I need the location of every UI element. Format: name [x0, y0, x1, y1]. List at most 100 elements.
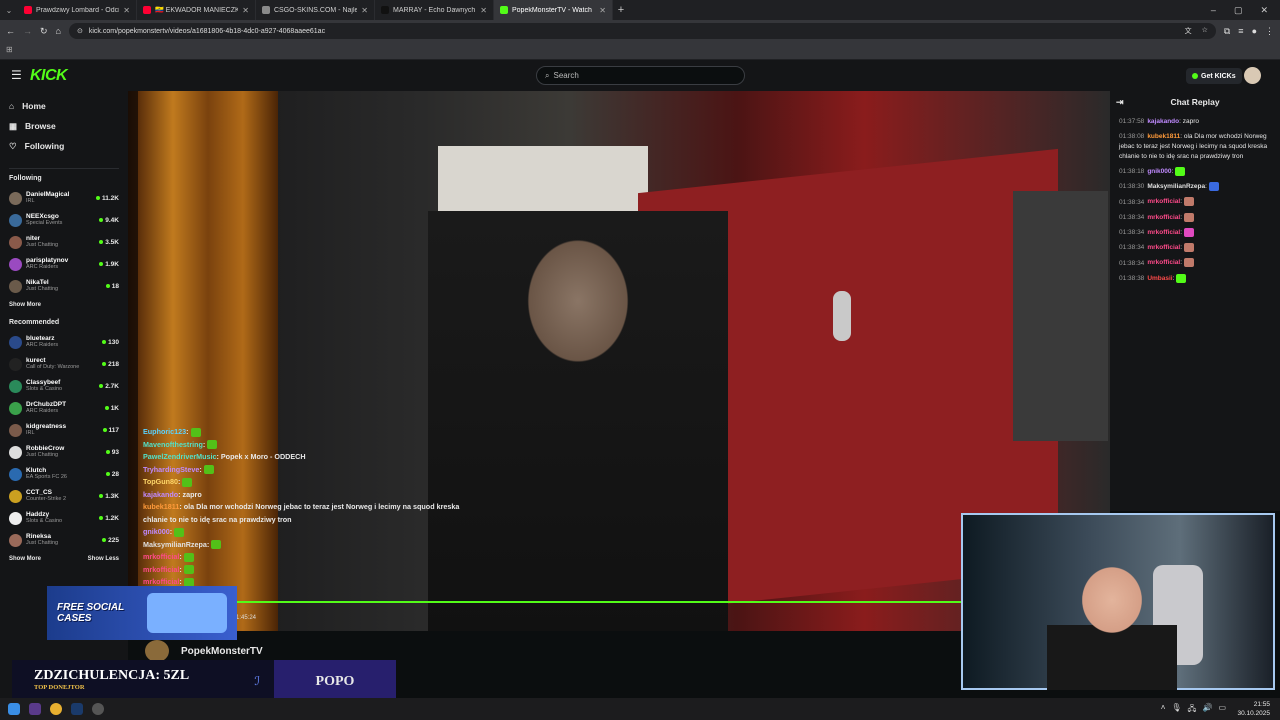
- overlay-chat-text: Popek x Moro - ODDECH: [220, 452, 306, 461]
- channel-item[interactable]: bluetearz ARC Raiders 130: [9, 331, 119, 353]
- apps-icon[interactable]: ⊞: [6, 45, 13, 54]
- search-icon: ⌕: [545, 70, 550, 80]
- channel-item[interactable]: parisplatynov ARC Raiders 1.9K: [9, 253, 119, 275]
- channel-item[interactable]: Klutch EA Sports FC 26 28: [9, 463, 119, 485]
- video-progress-bar[interactable]: [236, 601, 962, 603]
- recommended-title: Recommended: [9, 319, 60, 326]
- extensions-icon[interactable]: ⧉: [1224, 26, 1230, 37]
- nav-item-browse[interactable]: ▦ Browse: [9, 116, 119, 136]
- emote-icon: [1183, 212, 1194, 222]
- channel-avatar: [9, 335, 22, 349]
- windows-start-icon[interactable]: [8, 703, 20, 715]
- volume-icon[interactable]: 🔊: [1202, 703, 1212, 717]
- get-kicks-button[interactable]: Get KICKs: [1186, 68, 1242, 84]
- nav-item-home[interactable]: ⌂ Home: [9, 96, 119, 116]
- chat-username[interactable]: Umbasii: [1147, 275, 1172, 282]
- media-icon[interactable]: ≡: [1238, 26, 1243, 36]
- channel-item[interactable]: niter Just Chatting 3.5K: [9, 231, 119, 253]
- kick-logo[interactable]: KICK: [30, 67, 68, 85]
- chat-username[interactable]: mrkofficial: [1147, 260, 1180, 267]
- nav-label: Home: [22, 101, 46, 111]
- collapse-chat-icon[interactable]: ⇥: [1116, 97, 1124, 108]
- chat-username[interactable]: mrkofficial: [1147, 229, 1180, 236]
- emote-icon: [174, 527, 185, 537]
- channel-item[interactable]: NikaTel Just Chatting 18: [9, 275, 119, 297]
- forward-icon[interactable]: →: [23, 26, 32, 36]
- channel-item[interactable]: Haddzy Slots & Casino 1.2K: [9, 507, 119, 529]
- tab-close-icon[interactable]: ✕: [242, 6, 249, 15]
- channel-item[interactable]: CCT_CS Counter-Strike 2 1.3K: [9, 485, 119, 507]
- channel-item[interactable]: kurect Call of Duty: Warzone 218: [9, 353, 119, 375]
- chat-username[interactable]: kajakando: [1147, 118, 1179, 125]
- home-browser-icon[interactable]: ⌂: [56, 26, 61, 36]
- url-field[interactable]: ⊙ kick.com/popekmonstertv/videos/a168180…: [68, 23, 1216, 39]
- tab-close-icon[interactable]: ✕: [123, 6, 130, 15]
- tab-close-icon[interactable]: ✕: [599, 6, 606, 15]
- translate-icon[interactable]: 文: [1185, 26, 1192, 36]
- overlay-chat-user: mrkofficial: [143, 564, 180, 574]
- chat-username[interactable]: MaksymilianRzepa: [1147, 183, 1205, 190]
- chat-username[interactable]: kubek1811: [1147, 133, 1180, 140]
- channel-item[interactable]: Rineksa Just Chatting 225: [9, 529, 119, 551]
- profile-icon[interactable]: ●: [1252, 26, 1257, 36]
- menu-icon[interactable]: ⋮: [1265, 26, 1274, 37]
- channel-category: Just Chatting: [26, 285, 59, 292]
- browser-tab[interactable]: CSGO-SKINS.COM - Najlepsze ✕: [256, 0, 375, 20]
- chat-username[interactable]: mrkofficial: [1147, 244, 1180, 251]
- tab-close-icon[interactable]: ✕: [480, 6, 487, 15]
- network-icon[interactable]: 🖧: [1188, 703, 1197, 717]
- search-input[interactable]: ⌕ Search: [536, 66, 745, 85]
- show-more-following-button[interactable]: Show More: [9, 302, 41, 308]
- channel-info: kidgreatness IRL: [26, 423, 99, 437]
- channel-item[interactable]: Classybeef Slots & Casino 2.7K: [9, 375, 119, 397]
- overlay-chat-message: Euphoric123:: [143, 426, 473, 439]
- site-info-icon[interactable]: ⊙: [77, 27, 83, 35]
- viewer-count: 117: [102, 427, 119, 434]
- channel-item[interactable]: RobbieCrow Just Chatting 93: [9, 441, 119, 463]
- channel-item[interactable]: DrChubzDPT ARC Raiders 1K: [9, 397, 119, 419]
- close-window-icon[interactable]: ✕: [1260, 5, 1268, 16]
- browser-tab[interactable]: 🇪🇨 EKWADOR MANIECZKI ✕: [137, 0, 256, 20]
- channel-avatar: [9, 467, 22, 481]
- tab-search-icon[interactable]: ⌄: [0, 6, 18, 15]
- user-avatar[interactable]: [1244, 67, 1261, 84]
- new-tab-button[interactable]: +: [613, 4, 629, 16]
- taskbar-app-icon[interactable]: [29, 703, 41, 715]
- emote-icon: [1183, 258, 1194, 268]
- minimize-icon[interactable]: –: [1211, 5, 1216, 16]
- promo-banner[interactable]: FREE SOCIAL CASES: [47, 586, 237, 640]
- channel-info: CCT_CS Counter-Strike 2: [26, 489, 95, 503]
- channel-info: Classybeef Slots & Casino: [26, 379, 95, 393]
- channel-item[interactable]: DanielMagical IRL 11.2K: [9, 187, 119, 209]
- chat-username[interactable]: gnik000: [1147, 168, 1171, 175]
- back-icon[interactable]: ←: [6, 26, 15, 36]
- channel-item[interactable]: kidgreatness IRL 117: [9, 419, 119, 441]
- browser-tab[interactable]: Prawdziwy Lombard - Odcinek ✕: [18, 0, 137, 20]
- emote-icon: [183, 565, 194, 575]
- video-server-rack: [1013, 191, 1108, 441]
- system-tray: ˄ 🎙 🖧 🔊 ▭: [1161, 703, 1226, 717]
- browser-tab[interactable]: MARRAY - Echo Dawnych Lat | ✕: [375, 0, 494, 20]
- chat-username[interactable]: mrkofficial: [1147, 199, 1180, 206]
- channel-item[interactable]: NEEXcsgo Special Events 9.4K: [9, 209, 119, 231]
- maximize-icon[interactable]: ▢: [1234, 5, 1243, 16]
- streamer-name[interactable]: PopekMonsterTV: [181, 646, 263, 657]
- show-less-button[interactable]: Show Less: [88, 556, 119, 562]
- streamer-avatar[interactable]: [145, 640, 169, 662]
- browser-tab[interactable]: PopekMonsterTV - Watch ✕: [494, 0, 613, 20]
- hamburger-menu-icon[interactable]: ☰: [11, 68, 22, 82]
- chrome-icon[interactable]: [50, 703, 62, 715]
- steam-icon[interactable]: [71, 703, 83, 715]
- battery-icon[interactable]: ▭: [1218, 703, 1226, 717]
- obs-icon[interactable]: [92, 703, 104, 715]
- reload-icon[interactable]: ↻: [40, 26, 48, 37]
- tray-chevron-icon[interactable]: ˄: [1161, 703, 1166, 717]
- tab-close-icon[interactable]: ✕: [361, 6, 368, 15]
- search-placeholder: Search: [553, 71, 579, 80]
- nav-item-following[interactable]: ♡ Following: [9, 136, 119, 156]
- clock[interactable]: 21:55 30.10.2025: [1237, 700, 1270, 718]
- chat-username[interactable]: mrkofficial: [1147, 214, 1180, 221]
- bookmark-star-icon[interactable]: ☆: [1202, 26, 1208, 36]
- mic-icon[interactable]: 🎙: [1171, 703, 1181, 717]
- show-more-recommended-button[interactable]: Show More: [9, 556, 41, 562]
